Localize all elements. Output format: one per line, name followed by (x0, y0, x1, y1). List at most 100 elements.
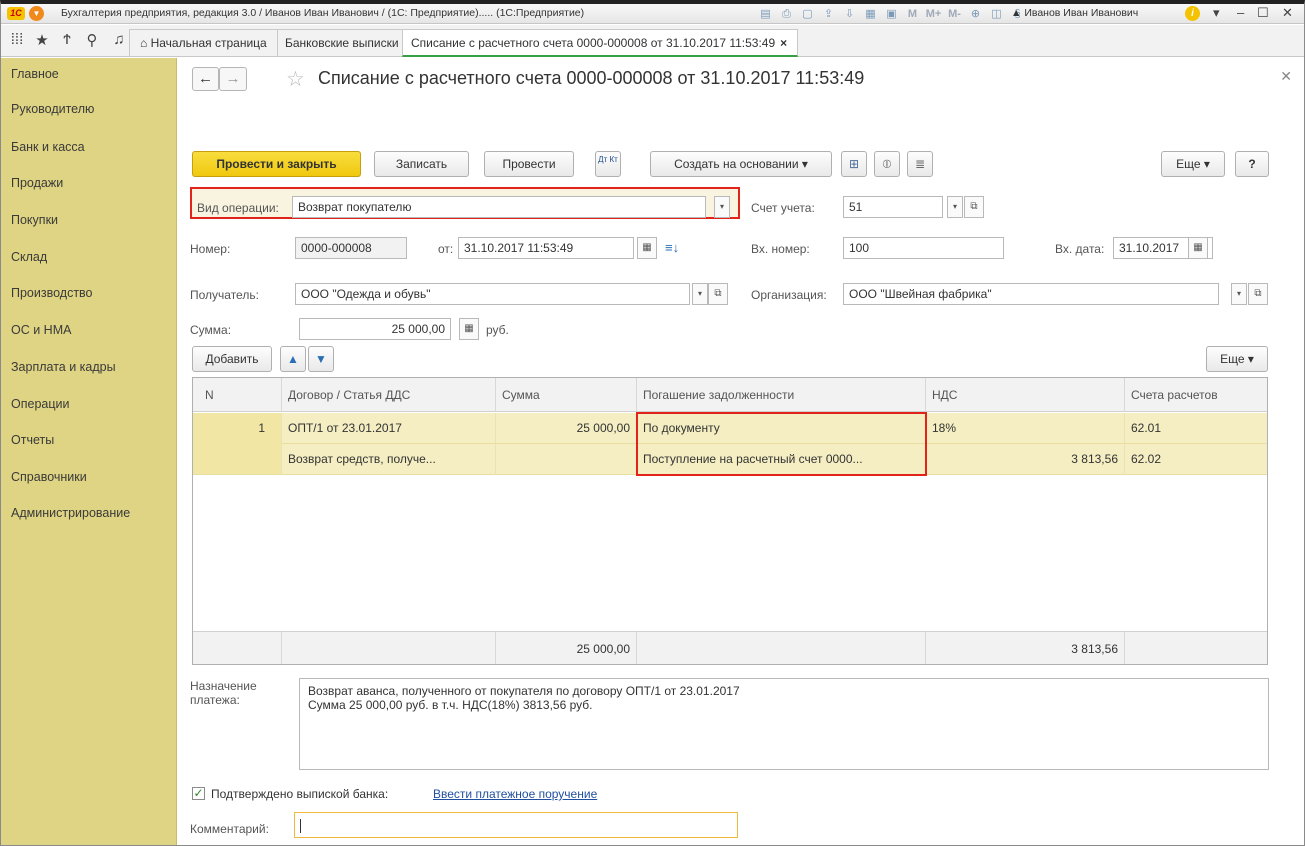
op-type-dropdown[interactable]: ▾ (714, 196, 730, 218)
preview-icon[interactable]: ▢ (799, 6, 816, 22)
post-button[interactable]: Провести (484, 151, 574, 177)
more-button[interactable]: Еще ▾ (1161, 151, 1225, 177)
structure-icon[interactable]: ⊞ (841, 151, 867, 177)
footer-vat: 3 813,56 (926, 631, 1125, 664)
dropdown-arrow-icon[interactable]: ▾ (1213, 5, 1220, 21)
account-field[interactable]: 51 (843, 196, 943, 218)
in-number-field[interactable]: 100 (843, 237, 1004, 259)
dt-kt-icon[interactable]: Дт Кт (595, 151, 621, 177)
tab-label: Списание с расчетного счета 0000-000008 … (411, 36, 776, 50)
main-menu-button[interactable]: ▼ (29, 6, 44, 21)
zoom-icon[interactable]: ⊕ (967, 6, 984, 22)
forward-button[interactable]: → (219, 67, 247, 91)
section-sidebar: Главное Руководителю Банк и касса Продаж… (1, 58, 177, 845)
sidebar-item-purchases[interactable]: Покупки (11, 213, 58, 227)
form-close-icon[interactable]: ✕ (1280, 68, 1292, 85)
cell-contract: ОПТ/1 от 23.01.2017 (282, 413, 496, 444)
calculator-icon[interactable]: ▦ (862, 6, 879, 22)
save-icon[interactable]: ▤ (757, 6, 774, 22)
sidebar-item-administration[interactable]: Администрирование (11, 506, 130, 520)
sidebar-item-fixed-assets[interactable]: ОС и НМА (11, 323, 71, 337)
back-button[interactable]: ← (192, 67, 219, 91)
maximize-button[interactable]: ☐ (1257, 5, 1269, 21)
currency-label: руб. (486, 323, 509, 337)
cell-account: 62.01 (1125, 413, 1267, 444)
memory-mplus-button[interactable]: M+ (925, 6, 942, 22)
number-field[interactable]: 0000-000008 (295, 237, 407, 259)
sidebar-item-sales[interactable]: Продажи (11, 176, 63, 190)
sidebar-item-payroll[interactable]: Зарплата и кадры (11, 360, 116, 374)
sum-label: Сумма: (190, 323, 232, 337)
account-dropdown[interactable]: ▾ (947, 196, 963, 218)
search-icon[interactable]: ⚲ (81, 31, 103, 49)
download-icon[interactable]: ⇩ (841, 6, 858, 22)
calendar-icon[interactable]: ▣ (883, 6, 900, 22)
calendar-icon[interactable]: ▦ (637, 237, 657, 259)
recipient-open-icon[interactable]: ⧉ (708, 283, 728, 305)
sidebar-item-main[interactable]: Главное (11, 67, 59, 81)
tab-close-icon[interactable]: × (780, 36, 787, 50)
calendar-icon[interactable]: ▦ (1188, 237, 1208, 259)
history-icon[interactable]: Ϯ (56, 31, 78, 48)
notifications-bell-icon[interactable]: ♫ (108, 31, 130, 48)
purpose-textarea[interactable]: Возврат аванса, полученного от покупател… (299, 678, 1269, 770)
bank-confirmed-label: Подтверждено выпиской банка: (211, 787, 389, 801)
enter-payment-order-link[interactable]: Ввести платежное поручение (433, 787, 597, 801)
date-from-field[interactable]: 31.10.2017 11:53:49 (458, 237, 634, 259)
purpose-line-1: Возврат аванса, полученного от покупател… (308, 684, 740, 698)
recipient-field[interactable]: ООО "Одежда и обувь" (295, 283, 690, 305)
add-row-button[interactable]: Добавить (192, 346, 272, 372)
tab-label: Банковские выписки (285, 36, 399, 50)
upload-icon[interactable]: ⇪ (820, 6, 837, 22)
organization-field[interactable]: ООО "Швейная фабрика" (843, 283, 1219, 305)
sidebar-item-warehouse[interactable]: Склад (11, 250, 47, 264)
favorites-star-icon[interactable]: ★ (31, 31, 53, 49)
bank-confirmed-checkbox[interactable]: ✓ (192, 787, 205, 800)
window-close-button[interactable]: ✕ (1282, 5, 1293, 21)
sidebar-item-bank-cash[interactable]: Банк и касса (11, 140, 85, 154)
create-based-on-button[interactable]: Создать на основании ▾ (650, 151, 832, 177)
tab-home[interactable]: ⌂ Начальная страница (129, 29, 278, 56)
attachment-icon[interactable]: ⦶ (874, 151, 900, 177)
op-type-field[interactable]: Возврат покупателю (292, 196, 706, 218)
tab-write-off-document[interactable]: Списание с расчетного счета 0000-000008 … (402, 29, 799, 57)
memory-mminus-button[interactable]: M- (946, 6, 963, 22)
help-button[interactable]: ? (1235, 151, 1269, 177)
col-n[interactable]: N (193, 378, 282, 412)
comment-field[interactable] (294, 812, 738, 838)
sidebar-item-operations[interactable]: Операции (11, 397, 69, 411)
save-button[interactable]: Записать (374, 151, 469, 177)
window-icon[interactable]: ◫ (988, 6, 1005, 22)
tab-bank-statements[interactable]: Банковские выписки× (277, 29, 422, 56)
col-sum[interactable]: Сумма (496, 378, 637, 412)
info-icon[interactable]: i (1185, 6, 1200, 21)
minimize-button[interactable]: – (1237, 5, 1244, 20)
number-label: Номер: (190, 242, 231, 256)
move-up-arrow-icon[interactable]: ▲ (280, 346, 306, 372)
sidebar-item-production[interactable]: Производство (11, 286, 93, 300)
sidebar-item-manager[interactable]: Руководителю (11, 102, 94, 116)
move-down-arrow-icon[interactable]: ▼ (308, 346, 334, 372)
sidebar-item-directories[interactable]: Справочники (11, 470, 87, 484)
sidebar-item-reports[interactable]: Отчеты (11, 433, 54, 447)
calculator-icon[interactable]: ▦ (459, 318, 479, 340)
col-accounts[interactable]: Счета расчетов (1125, 378, 1267, 412)
cell-sum: 25 000,00 (496, 413, 637, 444)
organization-dropdown[interactable]: ▾ (1231, 283, 1247, 305)
col-vat[interactable]: НДС (926, 378, 1125, 412)
memory-m-button[interactable]: M (904, 6, 921, 22)
favorite-star-icon[interactable]: ☆ (286, 67, 305, 92)
account-open-icon[interactable]: ⧉ (964, 196, 984, 218)
recipient-dropdown[interactable]: ▾ (692, 283, 708, 305)
current-user[interactable]: ▲ Иванов Иван Иванович (1011, 7, 1138, 19)
table-more-button[interactable]: Еще ▾ (1206, 346, 1268, 372)
sum-field[interactable]: 25 000,00 (299, 318, 451, 340)
apps-grid-icon[interactable]: ⁞⁞⁞ (6, 31, 28, 48)
report-icon[interactable]: ≣ (907, 151, 933, 177)
post-and-close-button[interactable]: Провести и закрыть (192, 151, 361, 177)
print-icon[interactable]: ⎙ (778, 6, 795, 22)
col-contract[interactable]: Договор / Статья ДДС (282, 378, 496, 412)
organization-open-icon[interactable]: ⧉ (1248, 283, 1268, 305)
col-repayment[interactable]: Погашение задолженности (637, 378, 926, 412)
history-list-icon[interactable]: ≡↓ (665, 240, 679, 255)
